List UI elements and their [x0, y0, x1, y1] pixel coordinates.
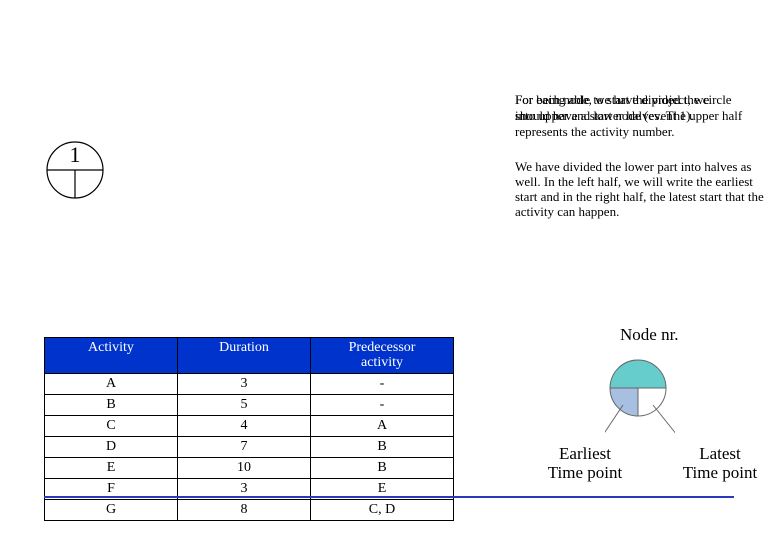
cell-predecessor: C, D	[311, 499, 454, 520]
table-row: C 4 A	[45, 415, 454, 436]
node-1-label: 1	[45, 142, 105, 168]
node-1-circle: 1	[45, 140, 105, 200]
cell-activity: G	[45, 499, 178, 520]
table-row: B 5 -	[45, 394, 454, 415]
table-row: D 7 B	[45, 436, 454, 457]
cell-duration: 10	[178, 457, 311, 478]
explanation-paragraph: We have divided the lower part into halv…	[515, 160, 765, 220]
cell-duration: 3	[178, 373, 311, 394]
table-row: G 8 C, D	[45, 499, 454, 520]
table-header-row: Activity Duration Predecessor activity	[45, 338, 454, 374]
cell-duration: 5	[178, 394, 311, 415]
intro-line3: represents the activity number.	[515, 125, 763, 140]
legend-left-line2: Time point	[548, 463, 622, 482]
legend-left-label: Earliest Time point	[530, 445, 640, 482]
cell-activity: E	[45, 457, 178, 478]
legend-title: Node nr.	[620, 325, 679, 345]
cell-activity: B	[45, 394, 178, 415]
header-predecessor-line1: Predecessor	[349, 340, 416, 355]
table-row: A 3 -	[45, 373, 454, 394]
node-legend: Node nr. Earliest Time point Latest Time…	[530, 325, 760, 505]
cell-predecessor: B	[311, 457, 454, 478]
activity-table: Activity Duration Predecessor activity A…	[44, 337, 454, 521]
cell-predecessor: A	[311, 415, 454, 436]
cell-duration: 4	[178, 415, 311, 436]
table-row: E 10 B	[45, 457, 454, 478]
cell-duration: 8	[178, 499, 311, 520]
bottom-divider	[44, 496, 734, 498]
legend-right-label: Latest Time point	[670, 445, 770, 482]
header-predecessor-line2: activity	[361, 355, 403, 370]
cell-duration: 7	[178, 436, 311, 457]
cell-activity: C	[45, 415, 178, 436]
legend-circle-icon	[605, 355, 675, 435]
intro-paragraph: For being able to start the project, we …	[515, 93, 763, 142]
cell-predecessor: B	[311, 436, 454, 457]
cell-activity: A	[45, 373, 178, 394]
header-duration: Duration	[178, 338, 311, 374]
intro-line2b: into upper and lower halves. The upper h…	[515, 109, 763, 124]
header-activity: Activity	[45, 338, 178, 374]
table-body: A 3 - B 5 - C 4 A D 7 B E 10 B	[45, 373, 454, 520]
intro-line1b: For each node, we have divided the circl…	[515, 93, 763, 108]
legend-left-line1: Earliest	[559, 444, 611, 463]
cell-activity: D	[45, 436, 178, 457]
header-predecessor: Predecessor activity	[311, 338, 454, 374]
cell-predecessor: -	[311, 394, 454, 415]
legend-right-line2: Time point	[683, 463, 757, 482]
legend-right-line1: Latest	[699, 444, 741, 463]
cell-predecessor: -	[311, 373, 454, 394]
